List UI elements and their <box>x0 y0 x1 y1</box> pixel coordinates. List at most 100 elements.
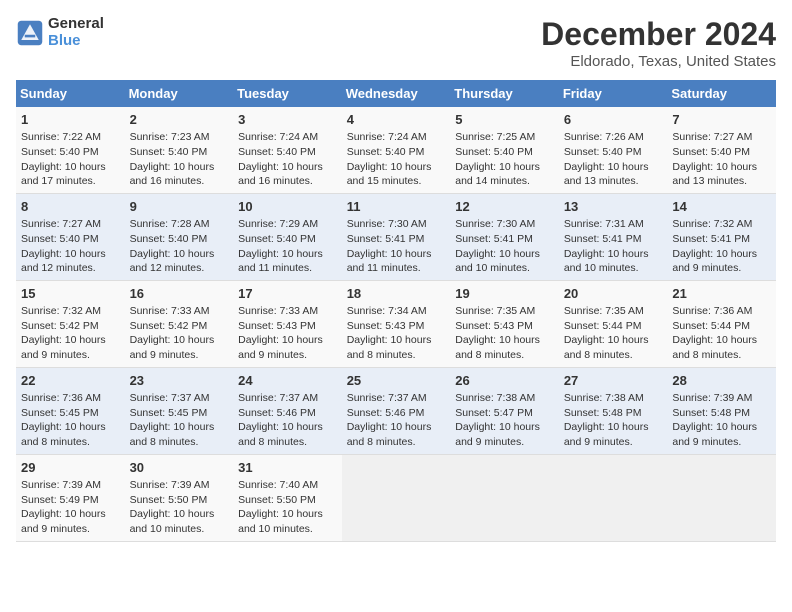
calendar-cell: 16 Sunrise: 7:33 AM Sunset: 5:42 PM Dayli… <box>125 280 234 367</box>
calendar-header: SundayMondayTuesdayWednesdayThursdayFrid… <box>16 80 776 107</box>
page-title: December 2024 <box>541 16 776 53</box>
logo-icon <box>16 19 44 47</box>
week-row-5: 29 Sunrise: 7:39 AM Sunset: 5:49 PM Dayli… <box>16 454 776 541</box>
day-info: Sunrise: 7:39 AM Sunset: 5:49 PM Dayligh… <box>21 479 106 535</box>
day-info: Sunrise: 7:26 AM Sunset: 5:40 PM Dayligh… <box>564 131 649 187</box>
logo-line2: Blue <box>48 33 104 50</box>
header-saturday: Saturday <box>667 80 776 107</box>
day-info: Sunrise: 7:27 AM Sunset: 5:40 PM Dayligh… <box>21 218 106 274</box>
logo-text: General Blue <box>48 16 104 49</box>
day-info: Sunrise: 7:40 AM Sunset: 5:50 PM Dayligh… <box>238 479 323 535</box>
day-number: 1 <box>21 111 120 129</box>
calendar-cell: 6 Sunrise: 7:26 AM Sunset: 5:40 PM Daylig… <box>559 107 668 193</box>
day-number: 3 <box>238 111 337 129</box>
calendar-cell: 25 Sunrise: 7:37 AM Sunset: 5:46 PM Dayli… <box>342 367 451 454</box>
day-info: Sunrise: 7:36 AM Sunset: 5:45 PM Dayligh… <box>21 392 106 448</box>
day-info: Sunrise: 7:24 AM Sunset: 5:40 PM Dayligh… <box>347 131 432 187</box>
header-wednesday: Wednesday <box>342 80 451 107</box>
day-number: 31 <box>238 459 337 477</box>
day-number: 12 <box>455 198 554 216</box>
logo-line1: General <box>48 16 104 33</box>
day-info: Sunrise: 7:38 AM Sunset: 5:48 PM Dayligh… <box>564 392 649 448</box>
day-number: 22 <box>21 372 120 390</box>
calendar-cell: 30Sunrise: 7:39 AM Sunset: 5:50 PM Dayli… <box>125 454 234 541</box>
header-tuesday: Tuesday <box>233 80 342 107</box>
day-info: Sunrise: 7:33 AM Sunset: 5:43 PM Dayligh… <box>238 305 323 361</box>
day-number: 28 <box>672 372 771 390</box>
week-row-2: 8 Sunrise: 7:27 AM Sunset: 5:40 PM Daylig… <box>16 193 776 280</box>
day-number: 17 <box>238 285 337 303</box>
day-info: Sunrise: 7:34 AM Sunset: 5:43 PM Dayligh… <box>347 305 432 361</box>
day-info: Sunrise: 7:22 AM Sunset: 5:40 PM Dayligh… <box>21 131 106 187</box>
day-number: 20 <box>564 285 663 303</box>
header-sunday: Sunday <box>16 80 125 107</box>
day-number: 16 <box>130 285 229 303</box>
day-info: Sunrise: 7:30 AM Sunset: 5:41 PM Dayligh… <box>347 218 432 274</box>
day-info: Sunrise: 7:38 AM Sunset: 5:47 PM Dayligh… <box>455 392 540 448</box>
week-row-3: 15Sunrise: 7:32 AM Sunset: 5:42 PM Dayli… <box>16 280 776 367</box>
day-info: Sunrise: 7:31 AM Sunset: 5:41 PM Dayligh… <box>564 218 649 274</box>
day-number: 27 <box>564 372 663 390</box>
header-thursday: Thursday <box>450 80 559 107</box>
calendar-cell: 17 Sunrise: 7:33 AM Sunset: 5:43 PM Dayli… <box>233 280 342 367</box>
day-info: Sunrise: 7:24 AM Sunset: 5:40 PM Dayligh… <box>238 131 323 187</box>
calendar-cell: 7Sunrise: 7:27 AM Sunset: 5:40 PM Daylig… <box>667 107 776 193</box>
calendar-cell: 12Sunrise: 7:30 AM Sunset: 5:41 PM Dayli… <box>450 193 559 280</box>
calendar-cell <box>342 454 451 541</box>
calendar-cell: 15Sunrise: 7:32 AM Sunset: 5:42 PM Dayli… <box>16 280 125 367</box>
day-number: 9 <box>130 198 229 216</box>
calendar-cell: 4Sunrise: 7:24 AM Sunset: 5:40 PM Daylig… <box>342 107 451 193</box>
calendar-cell: 29 Sunrise: 7:39 AM Sunset: 5:49 PM Dayli… <box>16 454 125 541</box>
day-info: Sunrise: 7:33 AM Sunset: 5:42 PM Dayligh… <box>130 305 215 361</box>
day-number: 21 <box>672 285 771 303</box>
calendar-cell: 28 Sunrise: 7:39 AM Sunset: 5:48 PM Dayli… <box>667 367 776 454</box>
day-info: Sunrise: 7:28 AM Sunset: 5:40 PM Dayligh… <box>130 218 215 274</box>
day-number: 25 <box>347 372 446 390</box>
page-subtitle: Eldorado, Texas, United States <box>541 53 776 70</box>
day-number: 18 <box>347 285 446 303</box>
calendar-cell: 9 Sunrise: 7:28 AM Sunset: 5:40 PM Daylig… <box>125 193 234 280</box>
calendar-cell: 18 Sunrise: 7:34 AM Sunset: 5:43 PM Dayli… <box>342 280 451 367</box>
day-info: Sunrise: 7:37 AM Sunset: 5:46 PM Dayligh… <box>347 392 432 448</box>
day-number: 6 <box>564 111 663 129</box>
calendar-cell: 23Sunrise: 7:37 AM Sunset: 5:45 PM Dayli… <box>125 367 234 454</box>
calendar-table: SundayMondayTuesdayWednesdayThursdayFrid… <box>16 80 776 542</box>
day-number: 11 <box>347 198 446 216</box>
week-row-1: 1 Sunrise: 7:22 AM Sunset: 5:40 PM Daylig… <box>16 107 776 193</box>
header-monday: Monday <box>125 80 234 107</box>
calendar-cell: 27 Sunrise: 7:38 AM Sunset: 5:48 PM Dayli… <box>559 367 668 454</box>
calendar-cell: 22 Sunrise: 7:36 AM Sunset: 5:45 PM Dayli… <box>16 367 125 454</box>
day-number: 29 <box>21 459 120 477</box>
calendar-cell: 14 Sunrise: 7:32 AM Sunset: 5:41 PM Dayli… <box>667 193 776 280</box>
day-number: 14 <box>672 198 771 216</box>
day-info: Sunrise: 7:35 AM Sunset: 5:44 PM Dayligh… <box>564 305 649 361</box>
week-row-4: 22 Sunrise: 7:36 AM Sunset: 5:45 PM Dayli… <box>16 367 776 454</box>
calendar-cell: 26Sunrise: 7:38 AM Sunset: 5:47 PM Dayli… <box>450 367 559 454</box>
logo: General Blue <box>16 16 104 49</box>
day-info: Sunrise: 7:27 AM Sunset: 5:40 PM Dayligh… <box>672 131 757 187</box>
title-area: December 2024 Eldorado, Texas, United St… <box>541 16 776 70</box>
day-number: 8 <box>21 198 120 216</box>
day-info: Sunrise: 7:37 AM Sunset: 5:46 PM Dayligh… <box>238 392 323 448</box>
day-number: 2 <box>130 111 229 129</box>
calendar-cell: 20 Sunrise: 7:35 AM Sunset: 5:44 PM Dayli… <box>559 280 668 367</box>
day-number: 23 <box>130 372 229 390</box>
day-number: 19 <box>455 285 554 303</box>
calendar-cell: 11 Sunrise: 7:30 AM Sunset: 5:41 PM Dayli… <box>342 193 451 280</box>
day-info: Sunrise: 7:25 AM Sunset: 5:40 PM Dayligh… <box>455 131 540 187</box>
day-info: Sunrise: 7:32 AM Sunset: 5:42 PM Dayligh… <box>21 305 106 361</box>
day-number: 24 <box>238 372 337 390</box>
header-friday: Friday <box>559 80 668 107</box>
day-info: Sunrise: 7:36 AM Sunset: 5:44 PM Dayligh… <box>672 305 757 361</box>
calendar-cell: 2 Sunrise: 7:23 AM Sunset: 5:40 PM Daylig… <box>125 107 234 193</box>
calendar-cell: 19Sunrise: 7:35 AM Sunset: 5:43 PM Dayli… <box>450 280 559 367</box>
calendar-cell <box>667 454 776 541</box>
day-info: Sunrise: 7:32 AM Sunset: 5:41 PM Dayligh… <box>672 218 757 274</box>
day-info: Sunrise: 7:23 AM Sunset: 5:40 PM Dayligh… <box>130 131 215 187</box>
calendar-body: 1 Sunrise: 7:22 AM Sunset: 5:40 PM Daylig… <box>16 107 776 541</box>
calendar-cell: 8 Sunrise: 7:27 AM Sunset: 5:40 PM Daylig… <box>16 193 125 280</box>
calendar-cell: 10Sunrise: 7:29 AM Sunset: 5:40 PM Dayli… <box>233 193 342 280</box>
calendar-cell: 1 Sunrise: 7:22 AM Sunset: 5:40 PM Daylig… <box>16 107 125 193</box>
day-info: Sunrise: 7:39 AM Sunset: 5:48 PM Dayligh… <box>672 392 757 448</box>
header: General Blue December 2024 Eldorado, Tex… <box>16 16 776 70</box>
